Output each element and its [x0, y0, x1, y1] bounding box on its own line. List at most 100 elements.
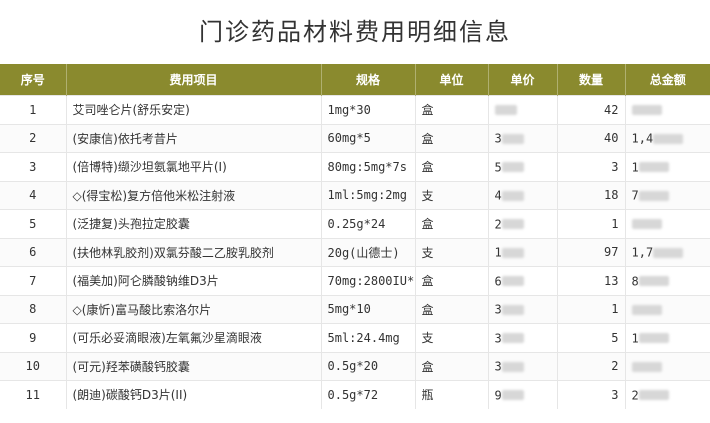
header-qty: 数量: [556, 64, 625, 96]
row-total: 1,7: [624, 237, 710, 267]
unit-price-visible-prefix: 9: [494, 388, 502, 402]
row-quantity: 97: [556, 237, 625, 267]
row-quantity: 18: [556, 180, 625, 210]
total-visible-prefix: 1: [631, 160, 639, 174]
row-spec: 5mg*10: [320, 294, 415, 324]
header-price: 单价: [487, 64, 557, 96]
table-row: 9 (可乐必妥滴眼液)左氧氟沙星滴眼液 5ml:24.4mg 支 3 5 1: [0, 323, 710, 352]
unit-price-visible-prefix: 3: [494, 302, 502, 317]
table-row: 7 (福美加)阿仑膦酸钠维D3片 70mg:2800IU* 盒 6 13 8: [0, 266, 710, 295]
row-spec: 5ml:24.4mg: [320, 323, 415, 352]
row-unit-price: 5: [487, 152, 557, 181]
table-row: 2 (安康信)依托考昔片 60mg*5 盒 3 40 1,4: [0, 123, 710, 153]
unit-price-visible-prefix: 6: [494, 274, 502, 288]
row-unit-price: 3: [487, 294, 557, 324]
redaction-blur: [638, 276, 669, 286]
table-header-row: 序号 费用项目 规格 单位 单价 数量 总金额: [0, 64, 710, 96]
row-item-name: (倍博特)缬沙坦氨氯地平片(Ⅰ): [65, 152, 321, 181]
row-unit: 盒: [414, 351, 488, 381]
redaction-blur: [631, 304, 662, 315]
row-item-name: ◇(得宝松)复方倍他米松注射液: [65, 180, 321, 210]
redaction-blur: [653, 247, 684, 258]
header-total: 总金额: [624, 64, 710, 96]
row-quantity: 5: [556, 323, 625, 352]
redaction-blur: [638, 190, 669, 201]
page-title: 门诊药品材料费用明细信息: [199, 18, 511, 46]
row-spec: 70mg:2800IU*: [320, 266, 415, 295]
redaction-blur: [653, 133, 684, 144]
unit-price-visible-prefix: 5: [494, 160, 502, 174]
row-unit: 盒: [414, 152, 488, 181]
row-unit-price: 6: [487, 266, 557, 295]
redaction-blur: [631, 361, 662, 372]
row-total: 7: [624, 180, 710, 210]
row-item-name: 艾司唑仑片(舒乐安定): [65, 95, 321, 124]
unit-price-visible-prefix: 3: [494, 331, 502, 345]
row-spec: 1ml:5mg:2mg: [320, 180, 415, 210]
header-index: 序号: [0, 64, 66, 96]
row-unit-price: 3: [487, 351, 557, 381]
row-unit-price: 4: [487, 180, 557, 210]
row-quantity: 3: [556, 380, 625, 409]
row-unit: 盒: [414, 294, 488, 324]
row-unit: 盒: [414, 123, 488, 153]
header-unit: 单位: [414, 64, 488, 96]
row-item-name: (泛捷复)头孢拉定胶囊: [65, 209, 321, 238]
row-item-name: (安康信)依托考昔片: [65, 123, 321, 153]
row-unit: 支: [414, 180, 488, 210]
redaction-blur: [501, 219, 524, 229]
redaction-blur: [501, 333, 524, 343]
row-item-name: (扶他林乳胶剂)双氯芬酸二乙胺乳胶剂: [65, 237, 321, 267]
redaction-blur: [501, 361, 524, 372]
table-row: 3 (倍博特)缬沙坦氨氯地平片(Ⅰ) 80mg:5mg*7s 盒 5 3 1: [0, 152, 710, 181]
unit-price-visible-prefix: 2: [494, 217, 502, 231]
row-total: [624, 95, 710, 124]
redaction-blur: [631, 105, 662, 115]
row-unit-price: 1: [487, 237, 557, 267]
row-total: 1,4: [624, 123, 710, 153]
row-item-name: (朗迪)碳酸钙D3片(II): [65, 380, 321, 409]
row-item-name: (福美加)阿仑膦酸钠维D3片: [65, 266, 321, 295]
row-unit-price: 2: [487, 209, 557, 238]
redaction-blur: [631, 219, 662, 229]
row-unit-price: 3: [487, 123, 557, 153]
row-spec: 1mg*30: [320, 95, 415, 124]
row-quantity: 1: [556, 294, 625, 324]
row-index: 11: [0, 380, 66, 409]
row-spec: 0.5g*72: [320, 380, 415, 409]
redaction-blur: [501, 304, 524, 315]
redaction-blur: [638, 390, 669, 400]
table-row: 5 (泛捷复)头孢拉定胶囊 0.25g*24 盒 2 1: [0, 209, 710, 238]
total-visible-prefix: 8: [631, 274, 639, 288]
row-quantity: 2: [556, 351, 625, 381]
row-total: 1: [624, 152, 710, 181]
row-unit: 盒: [414, 95, 488, 124]
total-visible-prefix: 1: [631, 331, 639, 345]
row-quantity: 40: [556, 123, 625, 153]
row-unit: 瓶: [414, 380, 488, 409]
row-spec: 60mg*5: [320, 123, 415, 153]
row-spec: 20g(山德士): [320, 237, 415, 267]
row-quantity: 13: [556, 266, 625, 295]
total-visible-prefix: 7: [631, 188, 639, 203]
row-index: 6: [0, 237, 66, 267]
row-unit-price: 9: [487, 380, 557, 409]
row-index: 10: [0, 351, 66, 381]
row-quantity: 1: [556, 209, 625, 238]
row-spec: 80mg:5mg*7s: [320, 152, 415, 181]
row-index: 7: [0, 266, 66, 295]
row-spec: 0.5g*20: [320, 351, 415, 381]
row-unit: 盒: [414, 266, 488, 295]
row-unit: 支: [414, 237, 488, 267]
row-unit-price: 3: [487, 323, 557, 352]
table-row: 11 (朗迪)碳酸钙D3片(II) 0.5g*72 瓶 9 3 2: [0, 380, 710, 409]
row-quantity: 3: [556, 152, 625, 181]
table-row: 6 (扶他林乳胶剂)双氯芬酸二乙胺乳胶剂 20g(山德士) 支 1 97 1,7: [0, 237, 710, 267]
redaction-blur: [501, 276, 524, 286]
row-index: 2: [0, 123, 66, 153]
row-index: 1: [0, 95, 66, 124]
row-quantity: 42: [556, 95, 625, 124]
table-row: 1 艾司唑仑片(舒乐安定) 1mg*30 盒 42: [0, 95, 710, 124]
redaction-blur: [638, 333, 669, 343]
redaction-blur: [638, 162, 669, 172]
